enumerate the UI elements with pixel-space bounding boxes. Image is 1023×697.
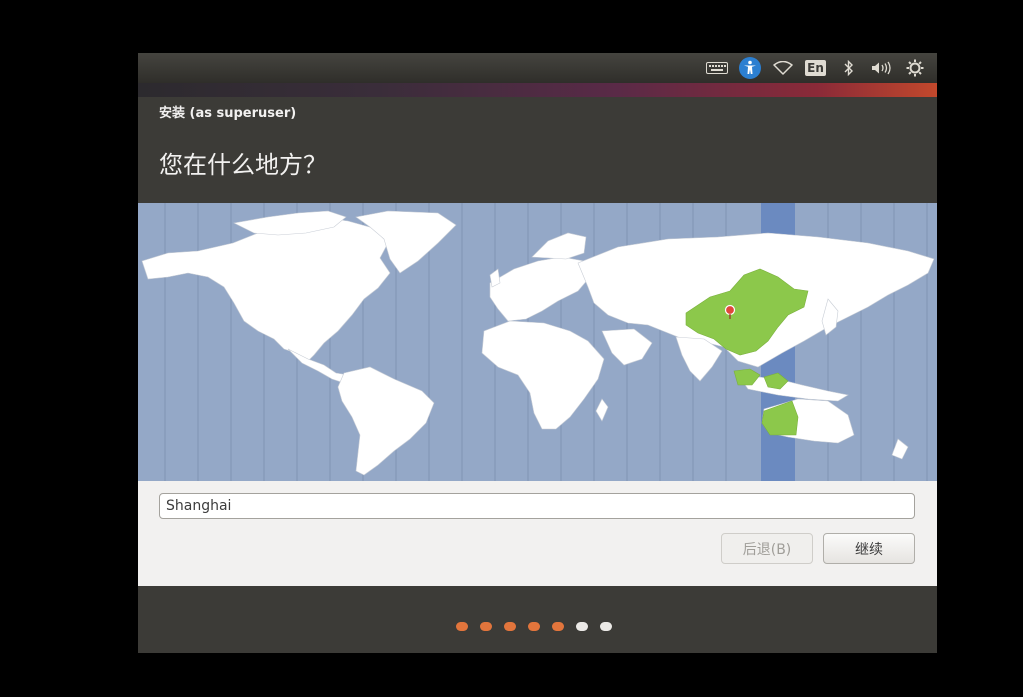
progress-dot [552,622,564,631]
wifi-icon[interactable] [766,53,799,83]
language-label: En [805,60,826,76]
language-indicator[interactable]: En [799,53,832,83]
progress-dot [456,622,468,631]
back-button[interactable]: 后退(B) [721,533,813,564]
progress-dots [456,622,612,631]
installer-window: En 安装 (as superuser) 您在什么地方？ Shanghai 后退… [138,53,937,653]
window-header: 安装 (as superuser) 您在什么地方？ [138,97,937,203]
panel-accent-strip [138,83,937,97]
keyboard-icon[interactable] [700,53,733,83]
gear-icon[interactable] [898,53,931,83]
window-title: 安装 (as superuser) [159,106,297,121]
indicator-area: En [700,53,931,83]
top-panel: En [138,53,937,83]
footer [138,586,937,653]
continue-button[interactable]: 继续 [823,533,915,564]
progress-dot [600,622,612,631]
world-map[interactable] [138,203,937,481]
page-title: 您在什么地方？ [159,151,327,179]
progress-dot [576,622,588,631]
progress-dot [480,622,492,631]
accessibility-icon[interactable] [733,53,766,83]
content-area: 后退(B) 继续 [138,481,937,586]
volume-icon[interactable] [865,53,898,83]
progress-dot [504,622,516,631]
timezone-input[interactable] [159,493,915,519]
timezone-map[interactable] [138,203,937,481]
progress-dot [528,622,540,631]
bluetooth-icon[interactable] [832,53,865,83]
